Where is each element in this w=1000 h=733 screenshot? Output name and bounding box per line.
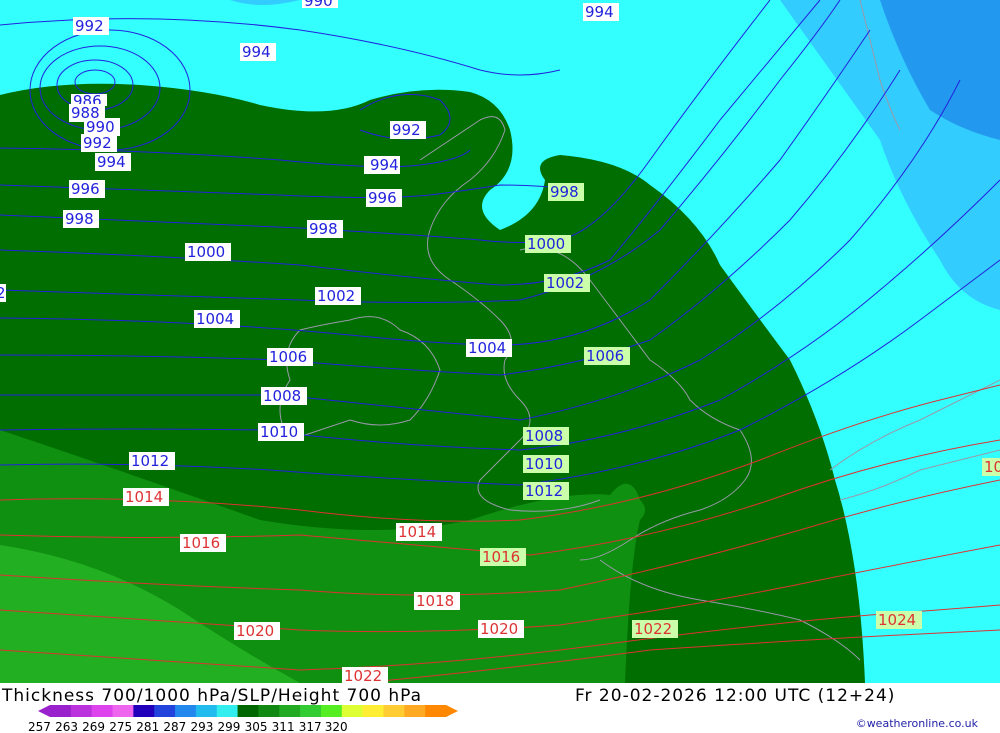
colorbar-swatch <box>300 705 322 717</box>
credit-link[interactable]: ©weatheronline.co.uk <box>856 717 978 730</box>
isobar-label: 1004 <box>196 310 234 328</box>
isobar-label: 994 <box>370 156 399 174</box>
colorbar-tick-label: 263 <box>55 720 78 733</box>
isobar-label: 994 <box>97 153 126 171</box>
isobar-label: 998 <box>65 210 94 228</box>
isobar-label: 996 <box>368 189 397 207</box>
colorbar-swatch <box>341 705 364 717</box>
colorbar-swatches <box>38 705 458 717</box>
isobar-label: 1020 <box>236 622 274 640</box>
colorbar-tick-label: 287 <box>163 720 186 733</box>
colorbar-swatch <box>258 705 280 717</box>
colorbar-left-arrow <box>38 705 50 717</box>
isobar-label: 1008 <box>263 387 301 405</box>
colorbar-tick-label: 299 <box>218 720 241 733</box>
colorbar-swatch <box>237 705 259 717</box>
colorbar-tick-label: 269 <box>82 720 105 733</box>
isobar-label: 1010 <box>525 455 563 473</box>
isobar-label: 992 <box>75 17 104 35</box>
colorbar-tick-label: 305 <box>245 720 268 733</box>
isobar-label: 1000 <box>187 243 225 261</box>
colorbar-swatch <box>154 705 176 717</box>
isobar-label: 1008 <box>525 427 563 445</box>
colorbar-swatch <box>195 705 218 717</box>
colorbar-swatch <box>50 705 72 717</box>
weather-map: 992 990 994 994 992 986 988 990 992 994 … <box>0 0 1000 683</box>
isobar-label: 996 <box>71 180 100 198</box>
colorbar-swatch <box>383 705 405 717</box>
colorbar-swatch <box>279 705 301 717</box>
isobar-label: 1024 <box>878 611 916 629</box>
isobar-label: 1018 <box>416 592 454 610</box>
isobar-label: 2 <box>0 284 6 302</box>
isobar-label: 1002 <box>546 274 584 292</box>
colorbar-tick-label: 317 <box>299 720 322 733</box>
colorbar-swatch <box>425 705 447 717</box>
colorbar-swatch <box>175 705 197 717</box>
colorbar-swatch <box>133 705 155 717</box>
colorbar-swatch <box>70 705 93 717</box>
isobar-label: 1016 <box>482 548 520 566</box>
isobar-label: 992 <box>392 121 421 139</box>
map-title: Thickness 700/1000 hPa/SLP/Height 700 hP… <box>2 686 423 706</box>
colorbar-swatch <box>320 705 343 717</box>
colorbar-tick-label: 257 <box>28 720 51 733</box>
isobar-label: 1000 <box>527 235 565 253</box>
isobar-label: 1006 <box>586 347 624 365</box>
colorbar-swatch <box>216 705 239 717</box>
colorbar-tick-label: 293 <box>190 720 213 733</box>
isobar-label: 998 <box>550 183 579 201</box>
isobar-label: 990 <box>304 0 333 10</box>
colorbar-swatch <box>112 705 134 717</box>
isobar-label: 994 <box>242 43 271 61</box>
valid-time: Fr 20-02-2026 12:00 UTC (12+24) <box>575 686 896 706</box>
isobar-label: 1014 <box>125 488 163 506</box>
colorbar-tick-label: 320 <box>325 720 348 733</box>
colorbar-tick-label: 275 <box>109 720 132 733</box>
isobar-label: 1002 <box>317 287 355 305</box>
colorbar-right-arrow <box>446 705 458 717</box>
isobar-label: 10 <box>984 458 1000 476</box>
isobar-label: 1014 <box>398 523 436 541</box>
colorbar-ticks: 257 263 269 275 281 287 293 299 305 311 317 320 <box>28 720 348 733</box>
isobar-label: 1012 <box>525 482 563 500</box>
isobar-label: 1006 <box>269 348 307 366</box>
isobar-label: 1016 <box>182 534 220 552</box>
isobar-label: 1022 <box>344 667 382 683</box>
colorbar-tick-label: 311 <box>272 720 295 733</box>
colorbar-tick-label: 281 <box>136 720 159 733</box>
isobar-label: 1020 <box>480 620 518 638</box>
isobar-label: 992 <box>83 134 112 152</box>
isobar-label: 1022 <box>634 620 672 638</box>
isobar-label: 998 <box>309 220 338 238</box>
isobar-label: 994 <box>585 3 614 21</box>
thickness-colorbar: 257 263 269 275 281 287 293 299 305 311 317 320 <box>28 705 458 733</box>
isobar-label: 1010 <box>260 423 298 441</box>
colorbar-swatch <box>362 705 384 717</box>
isobar-label: 1004 <box>468 339 506 357</box>
colorbar-swatch <box>404 705 426 717</box>
colorbar-swatch <box>91 705 114 717</box>
isobar-label: 1012 <box>131 452 169 470</box>
